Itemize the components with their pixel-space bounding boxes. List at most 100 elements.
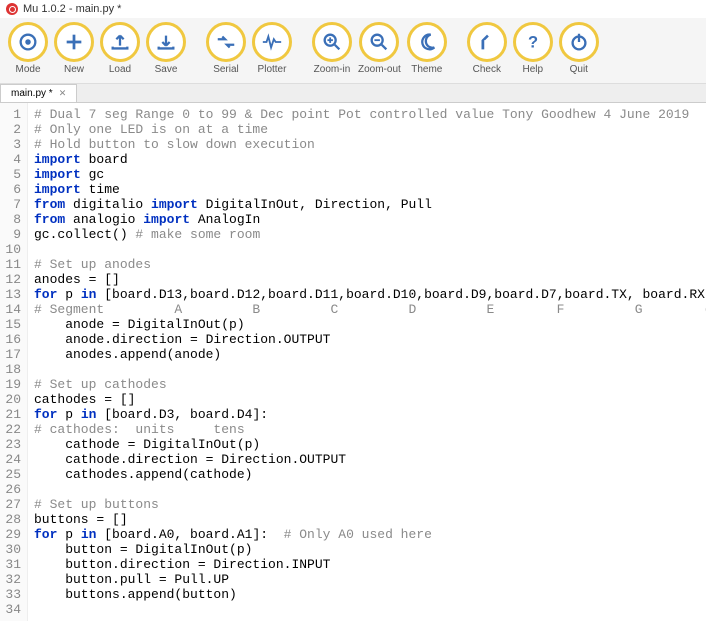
code-line[interactable] bbox=[34, 482, 706, 497]
mode-button[interactable]: Mode bbox=[8, 22, 48, 75]
code-line[interactable]: # Segment A B C D E F G dp bbox=[34, 302, 706, 317]
code-line[interactable]: import time bbox=[34, 182, 706, 197]
line-number: 30 bbox=[2, 542, 21, 557]
line-number: 25 bbox=[2, 467, 21, 482]
code-line[interactable]: anodes = [] bbox=[34, 272, 706, 287]
code-line[interactable]: # Only one LED is on at a time bbox=[34, 122, 706, 137]
mode-icon bbox=[8, 22, 48, 62]
plotter-button[interactable]: Plotter bbox=[252, 22, 292, 75]
line-number: 3 bbox=[2, 137, 21, 152]
help-icon: ? bbox=[513, 22, 553, 62]
code-line[interactable]: cathode = DigitalInOut(p) bbox=[34, 437, 706, 452]
toolbar: Mode New Load Save Serial Plotter Zoom-in Zoom-… bbox=[0, 18, 706, 84]
app-icon bbox=[6, 3, 18, 15]
code-line[interactable]: button.pull = Pull.UP bbox=[34, 572, 706, 587]
code-line[interactable]: anode.direction = Direction.OUTPUT bbox=[34, 332, 706, 347]
serial-icon bbox=[206, 22, 246, 62]
line-number: 23 bbox=[2, 437, 21, 452]
zoom-in-button[interactable]: Zoom-in bbox=[312, 22, 352, 75]
save-button[interactable]: Save bbox=[146, 22, 186, 75]
new-button[interactable]: New bbox=[54, 22, 94, 75]
tab-bar: main.py * ✕ bbox=[0, 84, 706, 103]
line-number: 9 bbox=[2, 227, 21, 242]
code-line[interactable]: anode = DigitalInOut(p) bbox=[34, 317, 706, 332]
code-line[interactable]: button = DigitalInOut(p) bbox=[34, 542, 706, 557]
line-number: 27 bbox=[2, 497, 21, 512]
line-number: 12 bbox=[2, 272, 21, 287]
serial-button[interactable]: Serial bbox=[206, 22, 246, 75]
load-icon bbox=[100, 22, 140, 62]
tool-label: Load bbox=[109, 64, 131, 75]
code-line[interactable]: for p in [board.D13,board.D12,board.D11,… bbox=[34, 287, 706, 302]
tab-label: main.py * bbox=[11, 88, 53, 99]
line-number: 5 bbox=[2, 167, 21, 182]
tool-label: Zoom-in bbox=[314, 64, 351, 75]
code-line[interactable]: button.direction = Direction.INPUT bbox=[34, 557, 706, 572]
code-line[interactable]: gc.collect() # make some room bbox=[34, 227, 706, 242]
theme-icon bbox=[407, 22, 447, 62]
tool-label: New bbox=[64, 64, 84, 75]
line-number: 29 bbox=[2, 527, 21, 542]
code-editor[interactable]: 1234567891011121314151617181920212223242… bbox=[0, 103, 706, 621]
code-line[interactable]: from digitalio import DigitalInOut, Dire… bbox=[34, 197, 706, 212]
tool-label: Check bbox=[473, 64, 501, 75]
tool-label: Zoom-out bbox=[358, 64, 401, 75]
quit-button[interactable]: Quit bbox=[559, 22, 599, 75]
code-line[interactable]: import board bbox=[34, 152, 706, 167]
tool-label: Save bbox=[155, 64, 178, 75]
help-button[interactable]: ? Help bbox=[513, 22, 553, 75]
code-line[interactable]: # Dual 7 seg Range 0 to 99 & Dec point P… bbox=[34, 107, 706, 122]
theme-button[interactable]: Theme bbox=[407, 22, 447, 75]
check-icon bbox=[467, 22, 507, 62]
tool-label: Quit bbox=[570, 64, 588, 75]
code-line[interactable]: cathode.direction = Direction.OUTPUT bbox=[34, 452, 706, 467]
line-number: 2 bbox=[2, 122, 21, 137]
line-number: 1 bbox=[2, 107, 21, 122]
code-line[interactable]: for p in [board.A0, board.A1]: # Only A0… bbox=[34, 527, 706, 542]
line-number: 32 bbox=[2, 572, 21, 587]
line-number: 31 bbox=[2, 557, 21, 572]
code-line[interactable]: # Set up anodes bbox=[34, 257, 706, 272]
line-number: 24 bbox=[2, 452, 21, 467]
zoom-in-icon bbox=[312, 22, 352, 62]
check-button[interactable]: Check bbox=[467, 22, 507, 75]
code-line[interactable]: cathodes = [] bbox=[34, 392, 706, 407]
plotter-icon bbox=[252, 22, 292, 62]
tab-main[interactable]: main.py * ✕ bbox=[0, 84, 77, 102]
line-number: 34 bbox=[2, 602, 21, 617]
code-line[interactable]: from analogio import AnalogIn bbox=[34, 212, 706, 227]
line-number: 10 bbox=[2, 242, 21, 257]
window-title: Mu 1.0.2 - main.py * bbox=[23, 3, 121, 15]
line-number: 6 bbox=[2, 182, 21, 197]
code-line[interactable]: import gc bbox=[34, 167, 706, 182]
code-line[interactable] bbox=[34, 362, 706, 377]
close-icon[interactable]: ✕ bbox=[59, 88, 67, 99]
code-line[interactable]: # Hold button to slow down execution bbox=[34, 137, 706, 152]
code-line[interactable]: # Set up cathodes bbox=[34, 377, 706, 392]
line-number: 22 bbox=[2, 422, 21, 437]
line-number: 19 bbox=[2, 377, 21, 392]
line-number: 20 bbox=[2, 392, 21, 407]
code-line[interactable]: # cathodes: units tens bbox=[34, 422, 706, 437]
tool-label: Theme bbox=[411, 64, 442, 75]
code-area[interactable]: # Dual 7 seg Range 0 to 99 & Dec point P… bbox=[28, 103, 706, 621]
line-number: 14 bbox=[2, 302, 21, 317]
tool-label: Plotter bbox=[258, 64, 287, 75]
code-line[interactable]: cathodes.append(cathode) bbox=[34, 467, 706, 482]
zoom-out-button[interactable]: Zoom-out bbox=[358, 22, 401, 75]
code-line[interactable]: anodes.append(anode) bbox=[34, 347, 706, 362]
line-number: 4 bbox=[2, 152, 21, 167]
code-line[interactable]: for p in [board.D3, board.D4]: bbox=[34, 407, 706, 422]
code-line[interactable] bbox=[34, 602, 706, 617]
line-number: 11 bbox=[2, 257, 21, 272]
line-number: 21 bbox=[2, 407, 21, 422]
line-number: 26 bbox=[2, 482, 21, 497]
new-icon bbox=[54, 22, 94, 62]
tool-label: Mode bbox=[15, 64, 40, 75]
code-line[interactable] bbox=[34, 242, 706, 257]
tool-label: Help bbox=[523, 64, 544, 75]
load-button[interactable]: Load bbox=[100, 22, 140, 75]
svg-text:?: ? bbox=[528, 34, 538, 52]
code-line[interactable]: # Set up buttons bbox=[34, 497, 706, 512]
code-line[interactable]: buttons = [] bbox=[34, 512, 706, 527]
